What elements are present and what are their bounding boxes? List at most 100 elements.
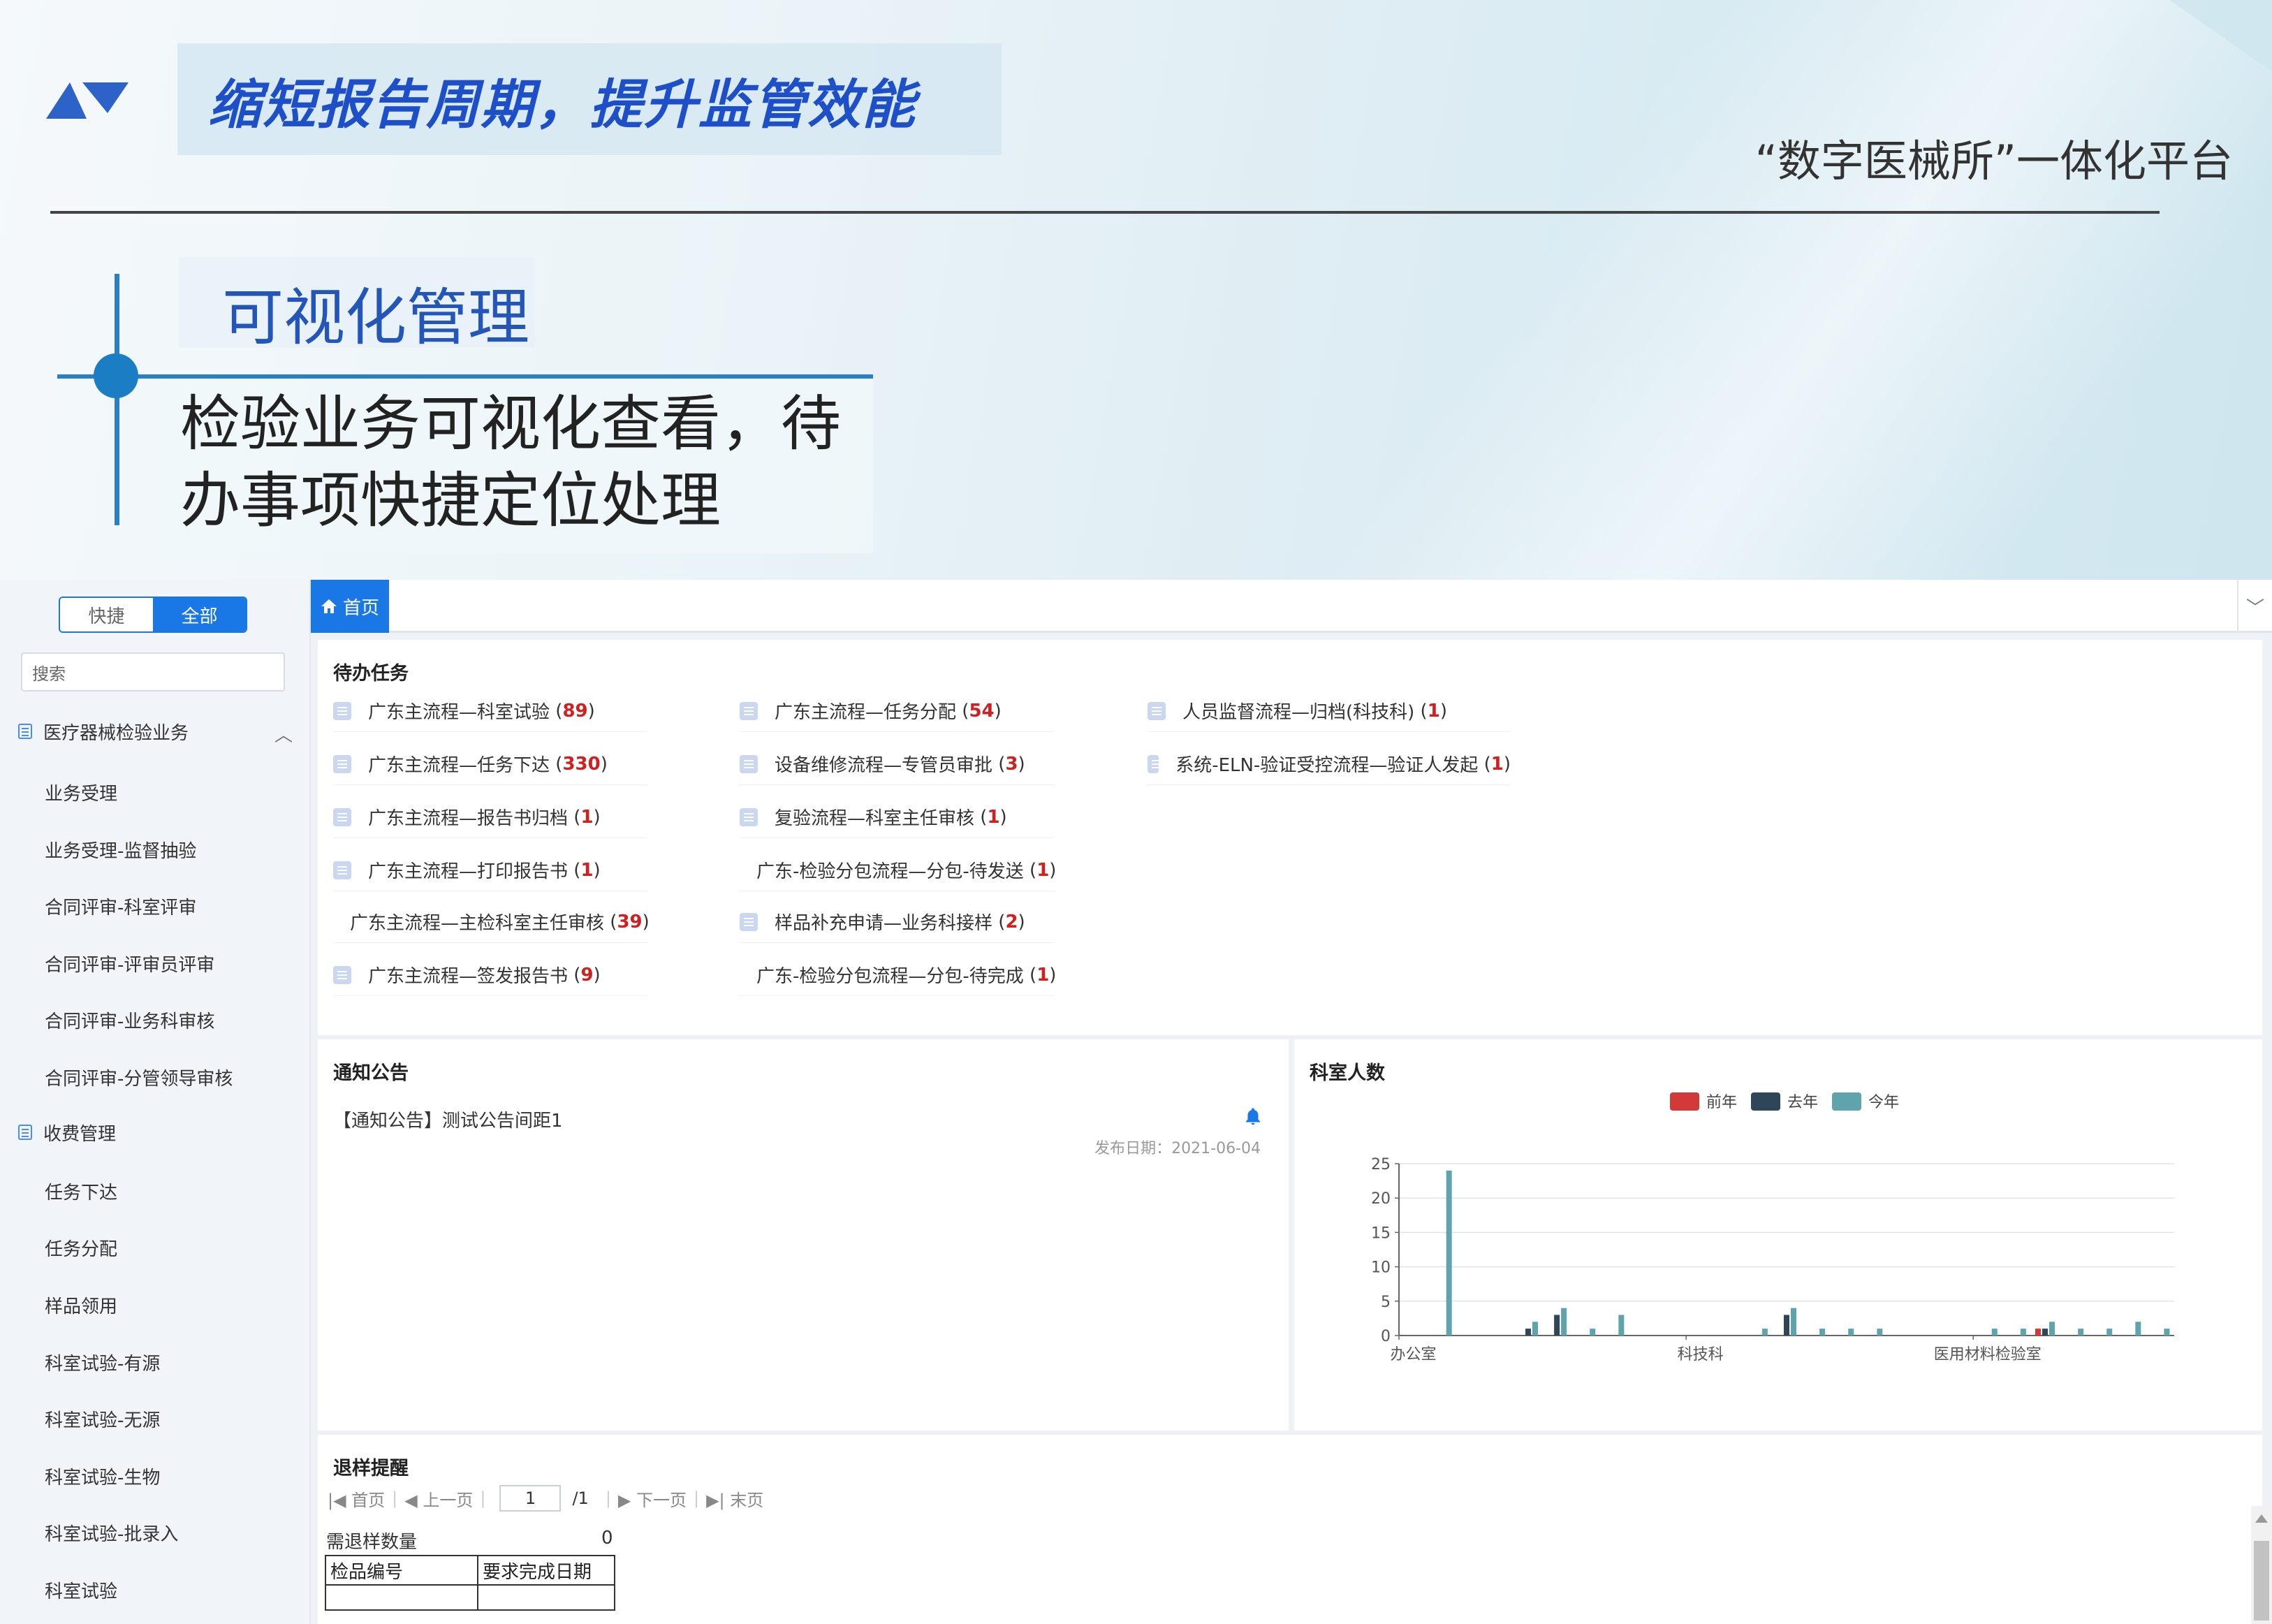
menu-item[interactable]: 合同评审-业务科审核 — [45, 1007, 214, 1033]
pager-prev[interactable]: ◀ 上一页 — [404, 1486, 473, 1511]
document-icon — [18, 724, 32, 739]
menu-item[interactable]: 科室试验-无源 — [45, 1406, 160, 1432]
task-list-icon — [333, 965, 351, 984]
toggle-quick[interactable]: 快捷 — [60, 598, 153, 631]
menu-item[interactable]: 科室试验-有源 — [45, 1349, 160, 1375]
bar-今年 — [1590, 1329, 1596, 1336]
todo-item[interactable]: 广东主流程—任务下达 (330) — [333, 743, 647, 785]
todo-item[interactable]: 广东主流程—任务分配 (54) — [740, 690, 1054, 732]
menu-item[interactable]: 科室试验 — [45, 1577, 117, 1603]
main-content: 待办任务 广东主流程—科室试验 (89) 广东主流程—任务下达 (330) 广东… — [311, 633, 2272, 1624]
todo-item[interactable]: 复验流程—科室主任审核 (1) — [740, 796, 1054, 838]
bar-今年 — [2135, 1322, 2141, 1336]
todo-item[interactable]: 广东主流程—签发报告书 (9) — [333, 954, 647, 996]
tab-bar: 首页 ﹀ — [311, 580, 2272, 633]
bar-今年 — [1877, 1329, 1883, 1336]
logo-icon — [46, 82, 129, 119]
todo-label: 复验流程—科室主任审核 — [775, 808, 975, 829]
todo-count: 1 — [1427, 700, 1440, 722]
page-number-input[interactable]: 1 — [499, 1485, 562, 1512]
home-icon — [321, 599, 337, 613]
y-tick-label: 15 — [1371, 1224, 1391, 1242]
menu-item[interactable]: 业务受理-监督抽验 — [45, 837, 196, 863]
todo-panel: 待办任务 广东主流程—科室试验 (89) 广东主流程—任务下达 (330) 广东… — [318, 640, 2262, 1035]
todo-count: 1 — [580, 806, 594, 828]
menu-item[interactable]: 样品领用 — [45, 1292, 117, 1318]
menu-item[interactable]: 科室试验-生物 — [45, 1463, 160, 1489]
toggle-all[interactable]: 全部 — [153, 598, 246, 631]
todo-label: 广东主流程—报告书归档 — [368, 808, 569, 829]
bar-今年 — [1791, 1308, 1796, 1336]
todo-count: 1 — [1036, 964, 1050, 986]
todo-item[interactable]: 样品补充申请—业务科接样 (2) — [740, 901, 1054, 943]
scrollbar[interactable] — [2251, 1506, 2272, 1624]
legend-swatch — [1670, 1092, 1699, 1111]
pager-first-label: 首页 — [351, 1490, 386, 1510]
chevron-down-icon[interactable]: ﹀ — [2237, 580, 2272, 633]
sidebar: 快捷 全部 搜索 医疗器械检验业务 ︿ 业务受理 业务受理-监督抽验 合同评审-… — [0, 580, 311, 1624]
todo-count: 2 — [1005, 911, 1018, 932]
task-list-icon — [740, 754, 758, 773]
todo-count: 89 — [562, 700, 588, 722]
menu-group-fees[interactable]: 收费管理 — [0, 1112, 311, 1153]
pager-last[interactable]: ▶| 末页 — [706, 1486, 763, 1511]
pager-first[interactable]: |◀ 首页 — [328, 1486, 385, 1511]
pager-next[interactable]: ▶ 下一页 — [618, 1486, 687, 1511]
bar-今年 — [2020, 1329, 2026, 1336]
todo-item[interactable]: 广东主流程—打印报告书 (1) — [333, 849, 647, 891]
todo-item[interactable]: 广东主流程—科室试验 (89) — [333, 690, 647, 732]
todo-item[interactable]: 设备维修流程—专管员审批 (3) — [740, 743, 1054, 785]
todo-item[interactable]: 广东主流程—主检科室主任审核 (39) — [333, 901, 650, 943]
task-list-icon — [333, 754, 351, 773]
sidebar-search-input[interactable]: 搜索 — [21, 652, 285, 692]
menu-item[interactable]: 任务分配 — [45, 1235, 117, 1261]
pager-separator: | — [605, 1488, 611, 1508]
chevron-up-icon[interactable]: ︿ — [274, 721, 293, 747]
todo-count: 330 — [562, 753, 601, 775]
dept-panel: 科室人数 0 5 10 15 20 25 办公室 科技科 医用材料检验室 前年 去年 今年 — [1294, 1039, 2262, 1431]
todo-item[interactable]: 人员监督流程—归档(科技科) (1) — [1148, 690, 1511, 732]
todo-item[interactable]: 广东-检验分包流程—分包-待发送 (1) — [740, 849, 1056, 891]
todo-item[interactable]: 系统-ELN-验证受控流程—验证人发起 (1) — [1148, 743, 1511, 785]
todo-count: 1 — [987, 806, 1000, 828]
menu-item[interactable]: 合同评审-分管领导审核 — [45, 1065, 233, 1090]
todo-label: 广东主流程—任务分配 — [775, 702, 957, 723]
crosshair-vertical — [115, 274, 119, 525]
bar-前年 — [2035, 1329, 2041, 1336]
pager-last-label: 末页 — [730, 1490, 764, 1510]
menu-item[interactable]: 业务受理 — [45, 780, 117, 805]
pager-separator: | — [694, 1488, 700, 1508]
todo-count: 39 — [617, 911, 643, 932]
todo-item[interactable]: 广东主流程—报告书归档 (1) — [333, 796, 647, 838]
page-total: /1 — [572, 1488, 589, 1508]
notice-date: 发布日期：2021-06-04 — [1094, 1140, 1261, 1157]
bar-今年 — [2164, 1329, 2170, 1336]
notice-item[interactable]: 【通知公告】测试公告间距1 — [333, 1106, 563, 1132]
menu-item[interactable]: 科室试验-批录入 — [45, 1520, 178, 1546]
todo-label: 样品补充申请—业务科接样 — [775, 913, 993, 934]
y-tick-label: 5 — [1381, 1294, 1391, 1311]
todo-label: 广东-检验分包流程—分包-待完成 — [756, 966, 1024, 987]
promo-banner: 缩短报告周期，提升监管效能 “数字医械所”一体化平台 可视化管理 检验业务可视化… — [0, 0, 2272, 580]
todo-label: 系统-ELN-验证受控流程—验证人发起 — [1175, 755, 1479, 776]
x-tick-label: 科技科 — [1678, 1346, 1724, 1363]
menu-item[interactable]: 合同评审-评审员评审 — [45, 951, 214, 976]
bar-今年 — [1761, 1329, 1768, 1336]
x-tick-label: 办公室 — [1391, 1346, 1437, 1363]
task-list-icon — [1148, 754, 1162, 773]
pager-separator: | — [480, 1488, 486, 1508]
task-list-icon — [333, 701, 351, 720]
bar-今年 — [1991, 1329, 1998, 1336]
menu-item[interactable]: 任务下达 — [45, 1178, 117, 1204]
return-title: 退样提醒 — [333, 1458, 409, 1479]
legend-label: 去年 — [1787, 1094, 1818, 1111]
pager-next-label: 下一页 — [636, 1490, 687, 1510]
task-list-icon — [740, 807, 758, 826]
menu-group-inspection[interactable]: 医疗器械检验业务 ︿ — [0, 711, 311, 752]
table-header-cell: 检品编号 — [325, 1555, 478, 1586]
todo-item[interactable]: 广东-检验分包流程—分包-待完成 (1) — [740, 954, 1056, 996]
tab-home[interactable]: 首页 — [311, 580, 389, 633]
menu-item[interactable]: 合同评审-科室评审 — [45, 893, 196, 919]
scroll-up-arrow[interactable] — [2255, 1514, 2268, 1523]
scroll-thumb[interactable] — [2254, 1541, 2269, 1621]
